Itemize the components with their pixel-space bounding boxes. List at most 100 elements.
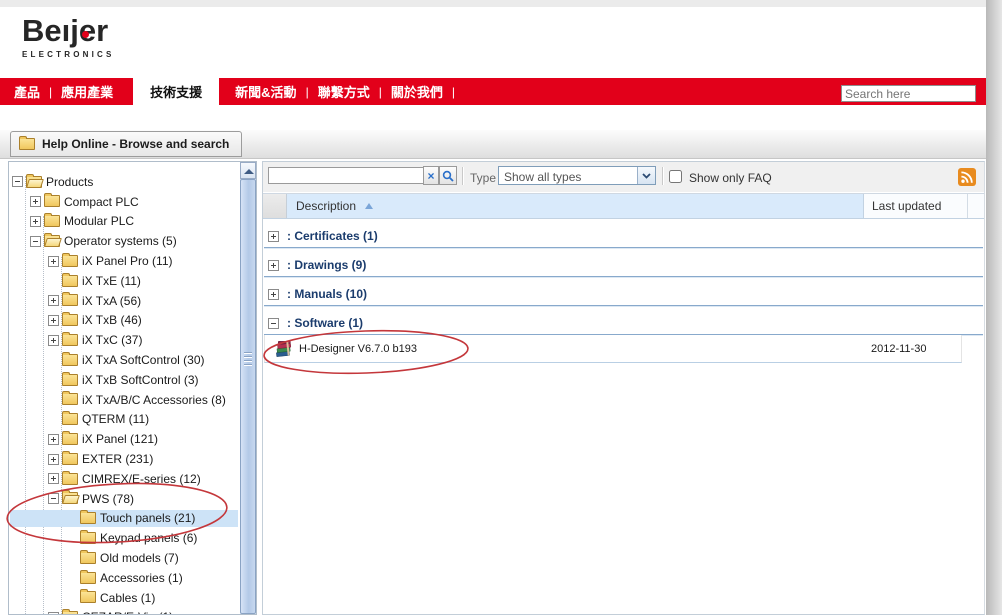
tree-item[interactable]: iX TxB (46) (10, 311, 238, 331)
nav-separator: | (49, 85, 52, 99)
tree-item[interactable]: Keypad panels (6) (10, 528, 238, 548)
folder-icon (62, 292, 78, 310)
nav-item[interactable]: 聯繫方式 (318, 82, 370, 101)
tree-item[interactable]: Old models (7) (10, 548, 238, 568)
folder-icon (62, 351, 78, 369)
result-item-row[interactable]: H-Designer V6.7.0 b193 2012-11-30 (264, 335, 962, 363)
result-group-row[interactable]: : Drawings (9) (264, 254, 983, 277)
tree-item[interactable]: Accessories (1) (10, 568, 238, 588)
folder-icon (62, 608, 78, 615)
tree-item[interactable]: CIMREX/E-series (12) (10, 469, 238, 489)
tree-expander-icon[interactable] (48, 473, 59, 484)
scrollbar-grip (244, 364, 252, 365)
tree-expander-icon[interactable] (48, 493, 59, 504)
tree-item[interactable]: Compact PLC (10, 192, 238, 212)
result-group-row[interactable]: : Manuals (10) (264, 283, 983, 306)
column-header-last-updated[interactable]: Last updated (864, 194, 968, 218)
clear-search-button[interactable]: × (423, 166, 439, 185)
type-label: Type (470, 171, 496, 185)
tree-item[interactable]: Cables (1) (10, 588, 238, 608)
logo-wordmark: Beıjer (22, 14, 222, 48)
nav-item[interactable]: 技術支援 (133, 78, 219, 105)
nav-item[interactable]: 新聞&活動 (235, 82, 296, 101)
scrollbar-up-button[interactable] (240, 162, 256, 179)
nav-item[interactable]: 關於我們 (391, 82, 443, 101)
folder-icon (62, 371, 78, 389)
nav-separator: | (306, 85, 309, 99)
tree-expander-icon[interactable] (48, 256, 59, 267)
product-tree: Products Compact PLC Modular PLC Operato… (10, 172, 238, 615)
tree-expander-icon[interactable] (30, 236, 41, 247)
folder-icon (80, 549, 96, 567)
tab-help-online[interactable]: Help Online - Browse and search (10, 131, 242, 157)
tree-item[interactable]: iX TxC (37) (10, 330, 238, 350)
group-expander-icon[interactable] (268, 231, 279, 242)
scrollbar-grip (244, 356, 252, 357)
folder-icon (44, 212, 60, 230)
tree-item[interactable]: iX TxB SoftControl (3) (10, 370, 238, 390)
tree-item[interactable]: EXTER (231) (10, 449, 238, 469)
tree-expander-icon[interactable] (48, 335, 59, 346)
header-spacer-cell (263, 194, 287, 218)
rss-icon[interactable] (958, 168, 976, 186)
tree-item[interactable]: iX Panel Pro (11) (10, 251, 238, 271)
tree-item[interactable]: PWS (78) (10, 489, 238, 509)
nav-item[interactable]: 應用產業 (61, 82, 113, 101)
header-spacer-cell (968, 194, 984, 218)
tree-item[interactable]: Touch panels (21) (10, 509, 238, 529)
result-group-row[interactable]: : Software (1) (264, 312, 983, 335)
tree-item[interactable]: QTERM (11) (10, 410, 238, 430)
tree-item[interactable]: Modular PLC (10, 212, 238, 232)
tree-item[interactable]: iX TxA/B/C Accessories (8) (10, 390, 238, 410)
tree-scrollbar[interactable] (240, 162, 256, 614)
result-group-row[interactable]: : Certificates (1) (264, 225, 983, 248)
tree-expander-icon[interactable] (48, 454, 59, 465)
window-top-strip (0, 0, 1002, 7)
folder-icon (62, 470, 78, 488)
chevron-up-icon (244, 169, 254, 174)
folder-icon (62, 331, 78, 349)
tree-item[interactable]: iX TxA SoftControl (30) (10, 350, 238, 370)
folder-icon (44, 232, 60, 250)
tab-folder-icon (19, 138, 35, 150)
scrollbar-thumb[interactable] (240, 179, 256, 614)
folder-icon (62, 490, 78, 508)
results-panel: × Type Show all types Show only FAQ (262, 161, 985, 615)
tree-item[interactable]: iX TxE (11) (10, 271, 238, 291)
show-only-faq-checkbox[interactable] (669, 170, 682, 183)
tree-item[interactable]: iX Panel (121) (10, 429, 238, 449)
logo-red-dot-icon (82, 31, 89, 38)
tree-item[interactable]: CEZAR/E-Vie (1) (10, 608, 238, 615)
search-button[interactable] (439, 166, 457, 185)
folder-icon (62, 391, 78, 409)
type-dropdown[interactable]: Show all types (498, 166, 656, 185)
window-right-strip (986, 0, 1002, 615)
column-header-description[interactable]: Description (287, 194, 864, 218)
nav-item[interactable]: 產品 (14, 82, 40, 101)
folder-icon (62, 410, 78, 428)
tree-item[interactable]: iX TxA (56) (10, 291, 238, 311)
tree-expander-icon[interactable] (48, 434, 59, 445)
group-expander-icon[interactable] (268, 318, 279, 329)
folder-icon (62, 272, 78, 290)
logo-subtitle: ELECTRONICS (22, 50, 222, 59)
magnifier-icon (442, 170, 454, 182)
dropdown-arrow-button[interactable] (637, 167, 655, 184)
group-expander-icon[interactable] (268, 260, 279, 271)
nav-separator: | (452, 85, 455, 99)
tree-expander-icon[interactable] (48, 315, 59, 326)
tree-expander-icon[interactable] (12, 176, 23, 187)
tree-item[interactable]: Operator systems (5) (10, 231, 238, 251)
tree-expander-icon[interactable] (30, 196, 41, 207)
nav-separator: | (379, 85, 382, 99)
group-expander-icon[interactable] (268, 289, 279, 300)
main-nav: 產品 | 應用產業 技術支援新聞&活動 | 聯繫方式 | 關於我們 | (0, 78, 986, 105)
tree-item[interactable]: Products (10, 172, 238, 192)
toolbar-divider (462, 167, 463, 185)
site-search-input[interactable] (841, 85, 976, 102)
tree-expander-icon[interactable] (48, 295, 59, 306)
tab-label: Help Online - Browse and search (42, 137, 229, 151)
faq-search-input[interactable] (268, 167, 426, 184)
x-icon: × (427, 169, 434, 183)
tree-expander-icon[interactable] (30, 216, 41, 227)
